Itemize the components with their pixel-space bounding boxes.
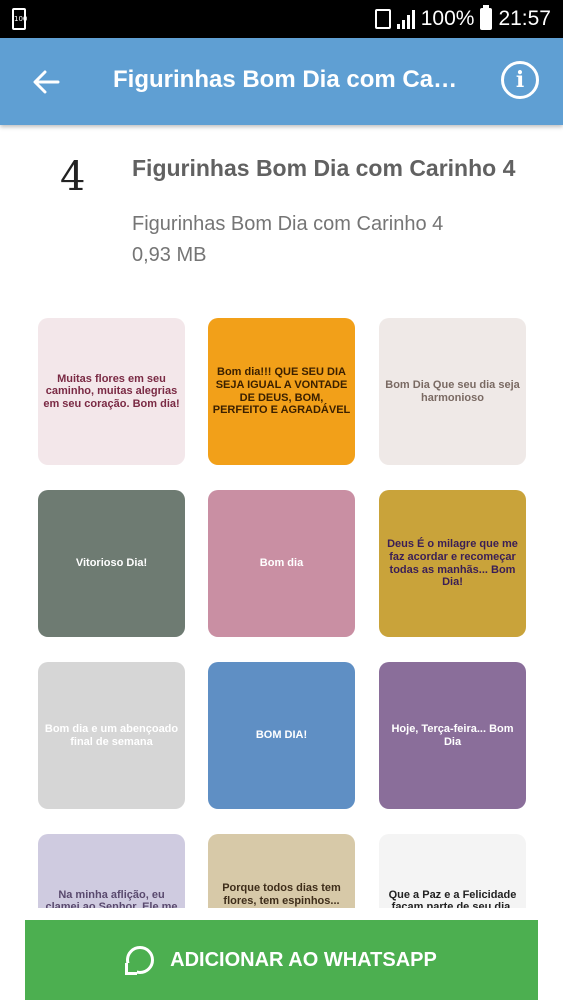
tray-icon: 4 — [60, 154, 86, 200]
sticker-caption: Bom dia!!! QUE SEU DIA SEJA IGUAL A VONT… — [212, 366, 351, 417]
sticker-caption: Deus É o milagre que me faz acordar e re… — [387, 538, 518, 589]
sticker-caption: Na minha aflição, eu clamei ao Senhor. E… — [45, 888, 178, 908]
sticker[interactable]: Bom dia e um abençoado final de semana — [38, 662, 185, 809]
sticker-grid: Muitas flores em seu caminho, muitas ale… — [0, 318, 563, 908]
sticker[interactable]: Porque todos dias tem flores, tem espinh… — [208, 834, 355, 908]
sticker[interactable]: Vitorioso Dia! — [38, 490, 185, 637]
app-bar: Figurinhas Bom Dia com Carinho 4 i — [0, 38, 563, 125]
add-to-whatsapp-label: ADICIONAR AO WHATSAPP — [170, 948, 437, 971]
sticker[interactable]: Bom Dia Que seu dia seja harmonioso — [379, 318, 526, 465]
battery-icon — [480, 5, 493, 30]
sticker-caption: Bom dia — [259, 557, 304, 570]
sticker[interactable]: Deus É o milagre que me faz acordar e re… — [379, 490, 526, 637]
sticker-caption: BOM DIA! — [255, 729, 308, 742]
status-right: 100% 21:57 — [374, 0, 551, 38]
back-button[interactable] — [26, 62, 66, 102]
signal-icon — [396, 9, 415, 29]
pack-publisher: Figurinhas Bom Dia com Carinho 4 — [132, 213, 444, 235]
sticker-caption: Hoje, Terça-feira... Bom Dia — [391, 722, 514, 748]
sticker[interactable]: Na minha aflição, eu clamei ao Senhor. E… — [38, 834, 185, 908]
sticker[interactable]: Bom dia!!! QUE SEU DIA SEJA IGUAL A VONT… — [208, 318, 355, 465]
battery-icon: 100 — [12, 8, 27, 30]
arrow-left-icon — [33, 70, 60, 94]
pack-size: 0,93 MB — [132, 244, 207, 266]
info-button[interactable]: i — [501, 61, 539, 99]
sticker-caption: Bom dia e um abençoado final de semana — [44, 722, 179, 748]
sticker[interactable]: BOM DIA! — [208, 662, 355, 809]
sim-icon — [374, 9, 391, 29]
info-icon: i — [515, 67, 525, 93]
sticker-caption: Porque todos dias tem flores, tem espinh… — [222, 882, 341, 908]
sticker[interactable]: Hoje, Terça-feira... Bom Dia — [379, 662, 526, 809]
sticker[interactable]: Bom dia — [208, 490, 355, 637]
sticker-caption: Muitas flores em seu caminho, muitas ale… — [43, 372, 180, 410]
pack-name: Figurinhas Bom Dia com Carinho 4 — [132, 155, 516, 181]
sticker[interactable]: Muitas flores em seu caminho, muitas ale… — [38, 318, 185, 465]
sticker-caption: Vitorioso Dia! — [75, 557, 148, 570]
battery-percent: 100% — [420, 7, 475, 30]
status-bar: 100 100% 21:57 — [0, 0, 563, 38]
whatsapp-icon — [126, 946, 155, 974]
clock: 21:57 — [498, 7, 551, 30]
sticker-caption: Bom Dia Que seu dia seja harmonioso — [385, 378, 520, 404]
app-title: Figurinhas Bom Dia com Carinho 4 — [113, 66, 463, 93]
sticker-caption: Que a Paz e a Felicidade façam parte de … — [388, 888, 517, 908]
add-to-whatsapp-button[interactable]: ADICIONAR AO WHATSAPP — [25, 920, 538, 1000]
sticker[interactable]: Que a Paz e a Felicidade façam parte de … — [379, 834, 526, 908]
